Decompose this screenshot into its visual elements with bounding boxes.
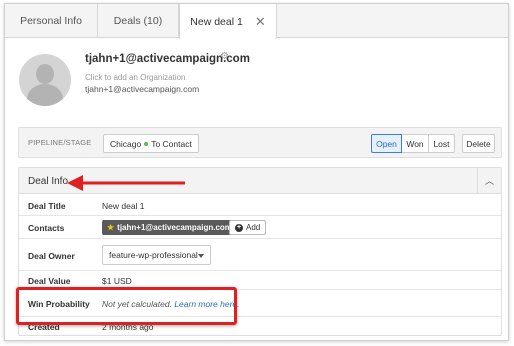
field-label: Deal Owner <box>28 251 75 261</box>
tab-label: Deals (10) <box>113 15 163 27</box>
add-label: Add <box>246 223 261 232</box>
tab-deals[interactable]: Deals (10) <box>98 4 179 38</box>
tab-bar: Personal Info Deals (10) New deal 1 ✕ <box>5 4 508 39</box>
tab-new-deal[interactable]: New deal 1 ✕ <box>179 4 277 39</box>
stage-name: To Contact <box>151 138 192 149</box>
deal-owner-row: Deal Owner feature-wp-professional <box>19 239 501 271</box>
pipeline-stage-bar: PIPELINE/STAGE Chicago To Contact Open W… <box>18 127 502 158</box>
contact-email: tjahn+1@activecampaign.com <box>85 84 200 94</box>
avatar <box>19 54 71 106</box>
contact-chip-label: tjahn+1@activecampaign.com <box>117 223 232 232</box>
annotation-highlight-box <box>16 287 237 325</box>
deal-owner-select[interactable]: feature-wp-professional <box>102 245 211 265</box>
tab-personal-info[interactable]: Personal Info <box>5 4 98 38</box>
field-label: Deal Title <box>28 201 66 211</box>
panel-title: Deal Info <box>28 176 69 187</box>
deal-title-value[interactable]: New deal 1 <box>102 201 145 211</box>
caret-down-icon <box>198 254 204 258</box>
contact-chip[interactable]: ★ tjahn+1@activecampaign.com <box>102 220 237 235</box>
status-won-button[interactable]: Won <box>402 134 429 153</box>
pipeline-name: Chicago <box>110 138 142 149</box>
field-label: Contacts <box>28 223 65 233</box>
deal-title-row: Deal Title New deal 1 <box>19 194 501 216</box>
field-label: Deal Value <box>28 276 71 286</box>
plus-icon: + <box>235 223 243 232</box>
deal-value-value[interactable]: $1 USD <box>102 276 132 286</box>
delete-button[interactable]: Delete <box>462 134 495 153</box>
chevron-up-icon[interactable]: ︿ <box>477 168 501 193</box>
close-icon[interactable]: ✕ <box>255 14 266 30</box>
annotation-arrow-icon <box>67 175 185 191</box>
pipeline-label: PIPELINE/STAGE <box>28 138 92 147</box>
add-contact-button[interactable]: + Add <box>229 220 267 235</box>
tab-label: Personal Info <box>20 15 82 27</box>
stage-dot-icon <box>144 141 149 146</box>
status-lost-button[interactable]: Lost <box>429 134 455 153</box>
gear-icon[interactable]: ⚙ <box>220 51 229 62</box>
add-organization-link[interactable]: Click to add an Organization <box>85 73 186 82</box>
star-icon: ★ <box>107 223 115 232</box>
status-open-button[interactable]: Open <box>371 134 402 153</box>
pipeline-stage-selector[interactable]: Chicago To Contact <box>103 134 199 153</box>
contacts-row: Contacts ★ tjahn+1@activecampaign.com + … <box>19 216 501 239</box>
tab-label: New deal 1 <box>190 15 243 28</box>
deal-owner-value: feature-wp-professional <box>109 250 198 260</box>
deal-window: Personal Info Deals (10) New deal 1 ✕ tj… <box>4 3 509 341</box>
